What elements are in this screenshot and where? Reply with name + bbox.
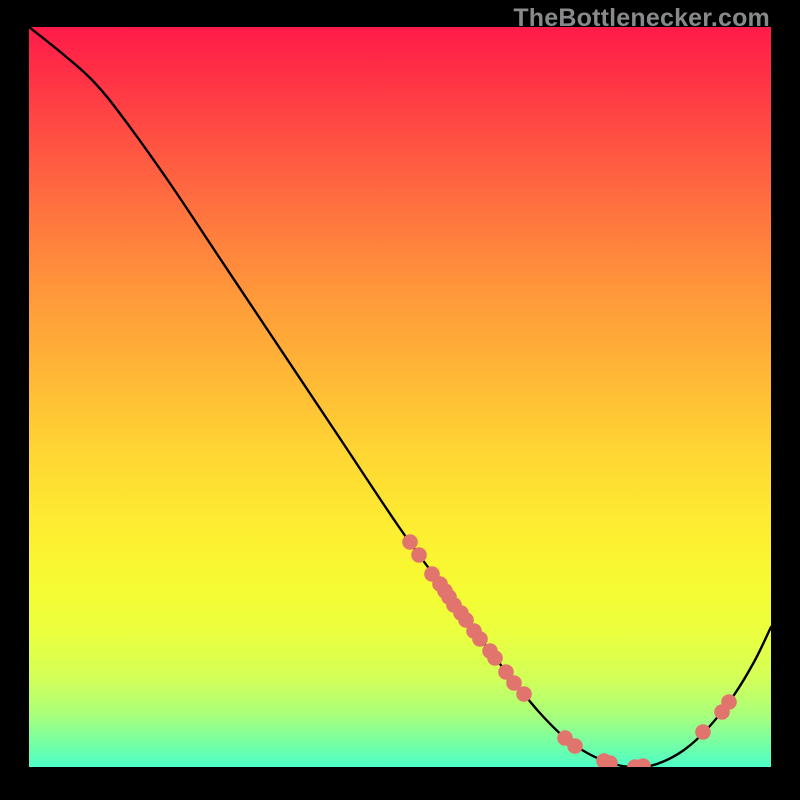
data-point-marker <box>695 724 711 740</box>
data-point-marker <box>567 738 583 754</box>
data-point-marker <box>516 686 532 702</box>
data-point-marker <box>635 758 651 767</box>
chart-overlay <box>29 27 771 767</box>
data-point-marker <box>721 694 737 710</box>
data-point-marker <box>472 631 488 647</box>
data-point-marker <box>402 534 418 550</box>
bottleneck-curve <box>29 27 771 767</box>
data-point-marker <box>487 650 503 666</box>
data-point-marker <box>411 547 427 563</box>
marker-group <box>402 534 737 767</box>
